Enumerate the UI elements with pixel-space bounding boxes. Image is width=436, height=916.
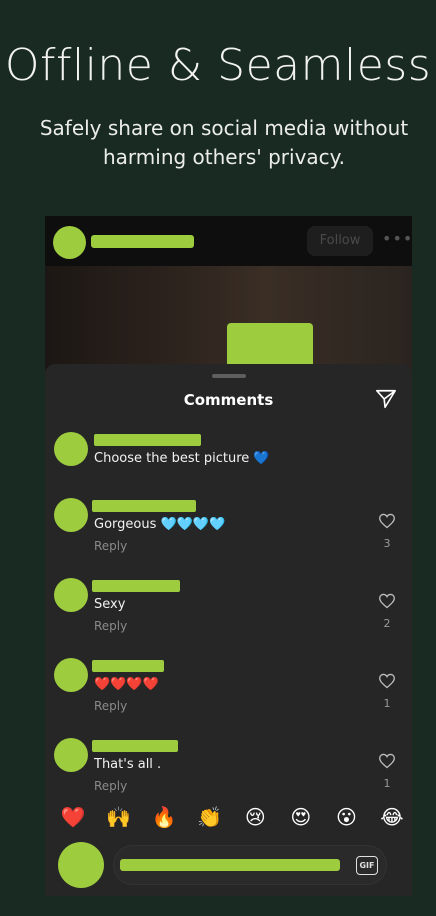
like-count: 3 [383,537,391,550]
comment-avatar-redacted[interactable] [54,578,88,612]
comment-item: That's all . Reply 1 [45,738,412,808]
comment-text: ❤️❤️❤️❤️ [94,677,159,692]
reaction-fire[interactable]: 🔥 [150,803,178,831]
comment-item: ❤️❤️❤️❤️ Reply 1 [45,658,412,728]
reaction-clap[interactable]: 👏 [196,803,224,831]
comment-composer: GIF [45,834,412,896]
comment-text: Choose the best picture 💙 [94,451,270,466]
post-header: Follow ••• [45,216,412,266]
comment-avatar-redacted[interactable] [54,498,88,532]
drag-handle[interactable] [212,374,246,378]
reply-button[interactable]: Reply [94,699,127,713]
comment-avatar-redacted[interactable] [54,432,88,466]
comment-avatar-redacted[interactable] [54,738,88,772]
comment-username-redacted[interactable] [92,580,180,592]
more-options-icon[interactable]: ••• [382,226,412,256]
heart-icon[interactable] [378,673,396,689]
reaction-heart-eyes[interactable]: 😍 [287,803,315,831]
heart-icon[interactable] [378,753,396,769]
comment-item: Gorgeous 🩵🩵🩵🩵 Reply 3 [45,498,412,568]
follow-button[interactable]: Follow [307,226,373,256]
heart-icon[interactable] [378,513,396,529]
reply-button[interactable]: Reply [94,539,127,553]
headline: Offline & Seamless [4,40,432,91]
comment-input-redacted [120,859,340,871]
comment-username-redacted[interactable] [94,434,201,446]
comment-username-redacted[interactable] [92,740,178,752]
reply-button[interactable]: Reply [94,619,127,633]
comment-input[interactable]: GIF [113,845,387,885]
comment-item: Choose the best picture 💙 [45,432,412,502]
comment-text: Gorgeous 🩵🩵🩵🩵 [94,517,226,532]
reaction-heart[interactable]: ❤️ [59,803,87,831]
comment-username-redacted[interactable] [92,660,164,672]
heart-icon[interactable] [378,593,396,609]
reaction-raised-hands[interactable]: 🙌 [105,803,133,831]
post-author-avatar-redacted[interactable] [53,226,86,259]
comment-avatar-redacted[interactable] [54,658,88,692]
quick-reactions-bar: ❤️ 🙌 🔥 👏 😢 😍 😮 😂 [45,800,412,834]
phone-screen: Follow ••• Comments Choose the best pict… [45,216,412,896]
post-author-name-redacted[interactable] [91,235,194,248]
reaction-surprised[interactable]: 😮 [332,803,360,831]
comment-text: Sexy [94,597,126,612]
comment-username-redacted[interactable] [92,500,196,512]
post-image [45,266,412,409]
reaction-crying[interactable]: 😢 [241,803,269,831]
like-count: 2 [383,617,391,630]
send-icon[interactable] [375,388,397,410]
gif-button[interactable]: GIF [356,856,378,875]
reaction-laughing[interactable]: 😂 [378,803,406,831]
reply-button[interactable]: Reply [94,779,127,793]
comment-text: That's all . [94,757,162,772]
comments-title: Comments [183,391,274,409]
subline: Safely share on social media without har… [39,116,409,169]
like-count: 1 [383,777,391,790]
my-avatar-redacted [58,842,104,888]
like-count: 1 [383,697,391,710]
comment-item: Sexy Reply 2 [45,578,412,648]
